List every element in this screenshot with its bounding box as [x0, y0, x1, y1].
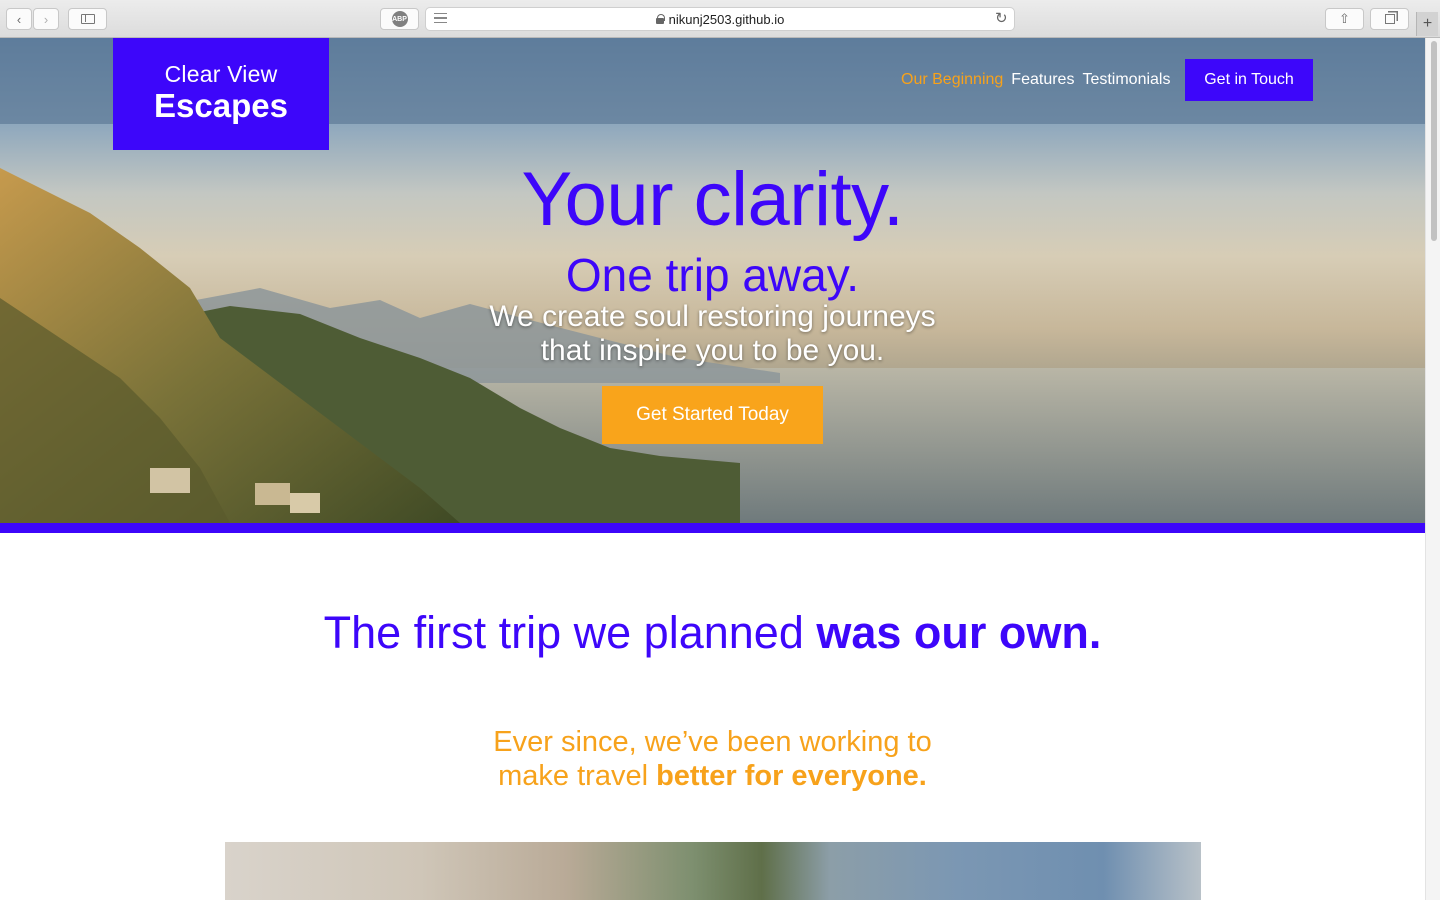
- plus-icon: +: [1422, 15, 1433, 32]
- get-started-button[interactable]: Get Started Today: [602, 386, 823, 444]
- new-tab-button[interactable]: +: [1416, 12, 1438, 36]
- tabs-overview-button[interactable]: [1370, 8, 1409, 30]
- hero-tagline: We create soul restoring journeys that i…: [0, 300, 1425, 368]
- nav-link-testimonials[interactable]: Testimonials: [1082, 71, 1170, 91]
- intro-title: The first trip we planned was our own.: [0, 606, 1425, 660]
- hero-tagline-line-2: that inspire you to be you.: [540, 334, 885, 367]
- nav-links: Our Beginning Features Testimonials: [901, 71, 1170, 91]
- hero-title: Your clarity.: [521, 157, 904, 242]
- intro-title-regular: The first trip we planned: [323, 607, 817, 658]
- hero-bottom-border: [0, 523, 1425, 533]
- hero-subtitle: One trip away.: [565, 249, 860, 301]
- scrollbar-thumb[interactable]: [1431, 41, 1437, 241]
- brand-logo[interactable]: Clear View Escapes: [113, 38, 329, 150]
- couple-photo: [225, 842, 1201, 900]
- nav-link-features[interactable]: Features: [1011, 71, 1074, 91]
- share-icon: ⇧: [1339, 11, 1350, 26]
- reader-view-icon[interactable]: [434, 13, 447, 23]
- sidebar-toggle-button[interactable]: [68, 8, 107, 30]
- brand-line-2: Escapes: [154, 87, 288, 124]
- intro-title-bold: was our own.: [816, 607, 1102, 658]
- reload-icon[interactable]: ↻: [995, 9, 1008, 27]
- brand-line-1: Clear View: [164, 61, 278, 87]
- share-button[interactable]: ⇧: [1325, 8, 1364, 30]
- lock-icon: [655, 14, 665, 24]
- intro-sub-line-2-bold: better for everyone.: [656, 760, 927, 792]
- intro-sub-line-1: Ever since, we’ve been working to: [493, 726, 932, 758]
- adblock-button[interactable]: ABP: [380, 8, 419, 30]
- page-scrollbar[interactable]: [1425, 38, 1440, 900]
- browser-toolbar: ‹ › ABP nikunj2503.github.io ↻ ⇧ +: [0, 0, 1440, 38]
- forward-button[interactable]: ›: [33, 8, 59, 30]
- back-button[interactable]: ‹: [6, 8, 32, 30]
- chevron-left-icon: ‹: [16, 11, 22, 27]
- sidebar-icon: [80, 14, 95, 24]
- intro-sub-line-2-regular: make travel: [498, 760, 657, 792]
- tabs-icon: [1384, 14, 1395, 24]
- address-bar[interactable]: nikunj2503.github.io: [425, 7, 1015, 31]
- chevron-right-icon: ›: [43, 11, 49, 27]
- web-page: Clear View Escapes Our Beginning Feature…: [0, 38, 1425, 900]
- get-in-touch-button[interactable]: Get in Touch: [1185, 59, 1313, 101]
- hero-section: Clear View Escapes Our Beginning Feature…: [0, 38, 1425, 523]
- nav-link-our-beginning[interactable]: Our Beginning: [901, 71, 1003, 91]
- address-text: nikunj2503.github.io: [668, 11, 785, 27]
- hero-tagline-line-1: We create soul restoring journeys: [489, 300, 936, 333]
- intro-subtitle: Ever since, we’ve been working to make t…: [0, 725, 1425, 793]
- adblock-icon: ABP: [391, 11, 408, 27]
